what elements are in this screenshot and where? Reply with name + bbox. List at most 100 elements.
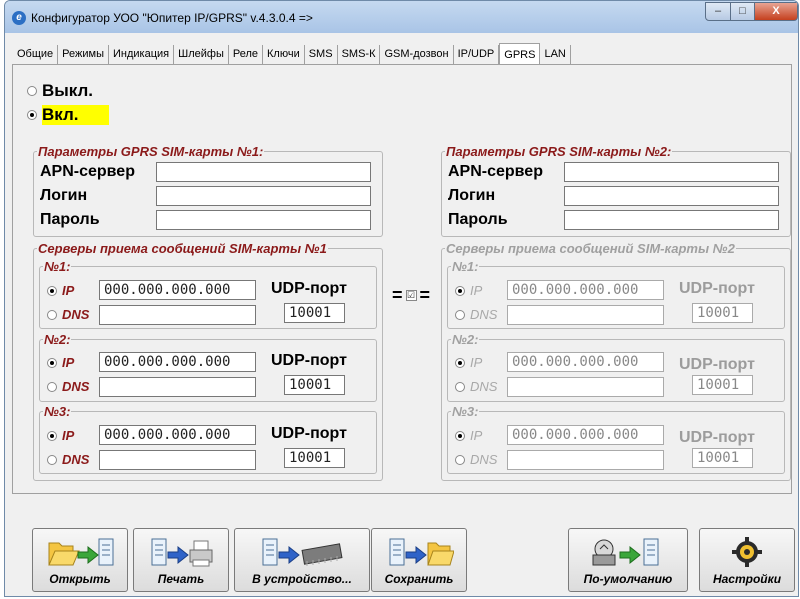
print-label: Печать: [157, 572, 205, 586]
sim1-server-3-ip-radio[interactable]: IP: [47, 428, 74, 443]
to-device-label: В устройство...: [252, 572, 352, 586]
sim2-login-input[interactable]: [564, 186, 779, 206]
sim2-server-3-ip-radio[interactable]: IP: [455, 428, 482, 443]
sim2-server-2-ip-radio[interactable]: IP: [455, 355, 482, 370]
sim2-servers-title: Серверы приема сообщений SIM-карты №2: [446, 241, 735, 256]
mode-on-radio[interactable]: Вкл.: [27, 105, 109, 125]
sim1-server-3-udp-label: UDP-порт: [271, 425, 347, 442]
sim2-server-3-ip-input[interactable]: 000.000.000.000: [507, 425, 664, 445]
sim2-server-2-port-input[interactable]: 10001: [692, 375, 753, 395]
sim2-server-3-title: №3:: [452, 404, 479, 419]
sim2-server-2-dns-radio[interactable]: DNS: [455, 379, 497, 394]
dns-label: DNS: [62, 307, 90, 322]
sim1-password-input[interactable]: [156, 210, 371, 230]
sim1-server-1-ip-input[interactable]: 000.000.000.000: [99, 280, 256, 300]
sim1-server-2-ip-input[interactable]: 000.000.000.000: [99, 352, 256, 372]
sim1-server-1-udp-label: UDP-порт: [271, 280, 347, 297]
sim2-server-1-title: №1:: [452, 259, 479, 274]
tab-sms-k[interactable]: SMS-К: [338, 45, 381, 64]
ip-label: IP: [470, 355, 483, 370]
sim1-server-1-dns-input[interactable]: [99, 305, 256, 325]
sim1-server-2-udp-label: UDP-порт: [271, 352, 347, 369]
sim2-server-1-dns-radio[interactable]: DNS: [455, 307, 497, 322]
open-button[interactable]: Открыть: [32, 528, 128, 592]
sim1-server-2-dns-input[interactable]: [99, 377, 256, 397]
radio-dot: [455, 430, 465, 441]
close-button[interactable]: X: [754, 2, 798, 21]
sim2-server-3-udp-label: UDP-порт: [679, 429, 755, 446]
settings-label: Настройки: [712, 572, 782, 586]
ip-label: IP: [62, 283, 75, 298]
sim2-login-label: Логин: [448, 187, 496, 204]
tab-keys[interactable]: Ключи: [263, 45, 305, 64]
restore-defaults-icon: [569, 535, 687, 569]
tab-loops[interactable]: Шлейфы: [174, 45, 229, 64]
sim1-server-1-title: №1:: [44, 259, 71, 274]
tab-modes[interactable]: Режимы: [58, 45, 109, 64]
sync-servers-control: = ☑ =: [392, 285, 430, 306]
tab-relay[interactable]: Реле: [229, 45, 263, 64]
radio-dot: [455, 381, 465, 392]
dns-label: DNS: [470, 307, 498, 322]
tab-ip-udp[interactable]: IP/UDP: [454, 45, 500, 64]
tab-lan[interactable]: LAN: [540, 45, 571, 64]
sim1-server-2-port-input[interactable]: 10001: [284, 375, 345, 395]
sim1-server-2-dns-radio[interactable]: DNS: [47, 379, 89, 394]
sim1-server-1-port-input[interactable]: 10001: [284, 303, 345, 323]
radio-dot: [47, 309, 57, 320]
radio-dot: [47, 430, 57, 441]
sim2-password-input[interactable]: [564, 210, 779, 230]
sim1-login-label: Логин: [40, 187, 88, 204]
tab-sms[interactable]: SMS: [305, 45, 338, 64]
dns-label: DNS: [470, 452, 498, 467]
save-icon: [372, 535, 466, 569]
sim1-server-1-ip-radio[interactable]: IP: [47, 283, 74, 298]
sim1-server-3-dns-input[interactable]: [99, 450, 256, 470]
sim2-server-3-port-input[interactable]: 10001: [692, 448, 753, 468]
sim1-server-3-dns-radio[interactable]: DNS: [47, 452, 89, 467]
sim1-server-1-dns-radio[interactable]: DNS: [47, 307, 89, 322]
sim2-server-1-ip-radio[interactable]: IP: [455, 283, 482, 298]
radio-dot: [455, 309, 465, 320]
sim1-password-label: Пароль: [40, 211, 100, 228]
sim1-server-3-title: №3:: [44, 404, 71, 419]
sim1-server-2-ip-radio[interactable]: IP: [47, 355, 74, 370]
radio-dot: [47, 357, 57, 368]
to-device-button[interactable]: В устройство...: [234, 528, 370, 592]
ip-label: IP: [62, 355, 75, 370]
sim1-server-3-port-input[interactable]: 10001: [284, 448, 345, 468]
maximize-button[interactable]: □: [730, 2, 755, 21]
sim2-server-3-dns-input[interactable]: [507, 450, 664, 470]
radio-dot: [47, 454, 57, 465]
save-label: Сохранить: [384, 572, 454, 586]
sim1-apn-input[interactable]: [156, 162, 371, 182]
sim2-server-1-port-input[interactable]: 10001: [692, 303, 753, 323]
gear-icon: [700, 535, 794, 569]
sim2-server-2-dns-input[interactable]: [507, 377, 664, 397]
tab-general[interactable]: Общие: [13, 45, 59, 64]
settings-button[interactable]: Настройки: [699, 528, 795, 592]
radio-dot: [27, 86, 37, 96]
mode-off-radio[interactable]: Выкл.: [27, 81, 93, 101]
tab-gsm-call[interactable]: GSM-дозвон: [380, 45, 454, 64]
app-icon: e: [12, 11, 26, 25]
sim1-servers-title: Серверы приема сообщений SIM-карты №1: [38, 241, 327, 256]
sim1-login-input[interactable]: [156, 186, 371, 206]
sync-checkbox[interactable]: ☑: [405, 290, 417, 301]
minimize-button[interactable]: –: [705, 2, 731, 21]
defaults-button[interactable]: По-умолчанию: [568, 528, 688, 592]
radio-dot: [455, 454, 465, 465]
tab-indication[interactable]: Индикация: [109, 45, 175, 64]
sim2-apn-input[interactable]: [564, 162, 779, 182]
sim2-server-2-udp-label: UDP-порт: [679, 356, 755, 373]
title-bar[interactable]: e Конфигуратор УОО "Юпитер IP/GPRS" v.4.…: [5, 1, 798, 33]
sim2-server-1-dns-input[interactable]: [507, 305, 664, 325]
sim2-server-2-ip-input[interactable]: 000.000.000.000: [507, 352, 664, 372]
print-button[interactable]: Печать: [133, 528, 229, 592]
sim2-password-label: Пароль: [448, 211, 508, 228]
sim1-server-3-ip-input[interactable]: 000.000.000.000: [99, 425, 256, 445]
sim2-server-3-dns-radio[interactable]: DNS: [455, 452, 497, 467]
dns-label: DNS: [470, 379, 498, 394]
save-button[interactable]: Сохранить: [371, 528, 467, 592]
sim2-server-1-ip-input[interactable]: 000.000.000.000: [507, 280, 664, 300]
